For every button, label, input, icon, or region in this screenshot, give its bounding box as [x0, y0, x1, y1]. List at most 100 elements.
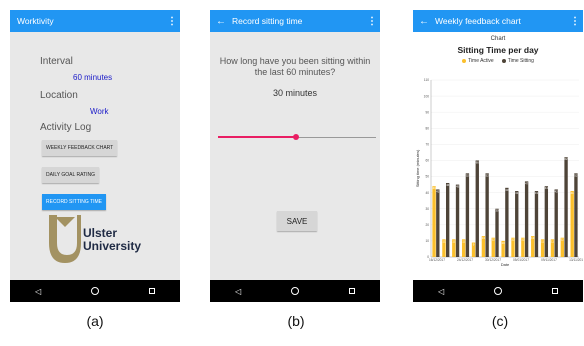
app-bar: Worktivity ⋮	[10, 10, 180, 32]
x-tick-label: 05/01/2017	[513, 258, 529, 262]
bar-label-active: 11	[551, 239, 554, 243]
bar-sitting	[534, 191, 539, 257]
bar-label-sitting: 62	[565, 157, 569, 161]
bar-label-active: 12	[561, 238, 565, 242]
logo-text-university: University	[83, 239, 142, 253]
y-tick-label: 60	[425, 159, 429, 163]
bar-label-active: 11	[452, 239, 455, 243]
nav-recent-icon[interactable]	[552, 288, 558, 294]
chart-title: Sitting Time per day	[457, 45, 539, 55]
logo-mark-icon	[49, 215, 81, 263]
bar-label-active: 11	[442, 239, 445, 243]
bar-label-sitting: 41	[515, 191, 519, 195]
bar-sitting	[564, 157, 568, 257]
daily-goal-rating-button[interactable]: DAILY GOAL RATING	[42, 167, 99, 183]
ulster-university-logo: Ulster University	[43, 213, 155, 265]
bar-active	[570, 191, 574, 257]
bar-sitting	[455, 184, 460, 257]
bar-sitting	[436, 189, 440, 257]
x-tick-label: 24/12/2017	[457, 258, 473, 262]
location-label: Location	[40, 90, 78, 101]
bar-label-active: 12	[492, 238, 496, 242]
y-tick-label: 40	[425, 191, 429, 195]
legend-label-active: Time Active	[468, 58, 494, 64]
chart-legend: Time Active Time Sitting	[413, 58, 583, 64]
x-tick-label: 30/12/2017	[485, 258, 501, 262]
nav-back-icon[interactable]: ◁	[438, 287, 444, 296]
phone-screen-b: ← Record sitting time ⋮ How long have yo…	[210, 10, 380, 302]
slider-fill	[218, 136, 296, 138]
overflow-menu-icon[interactable]: ⋮	[364, 16, 380, 27]
nav-back-icon[interactable]: ◁	[235, 287, 241, 296]
bar-label-sitting: 30	[495, 209, 499, 213]
bar-sitting	[515, 191, 519, 257]
bar-sitting	[505, 187, 509, 257]
x-tick-label: 16/12/2017	[429, 258, 445, 262]
phone-screen-c: ← Weekly feedback chart ⋮ 0 10 20 30 40 50 60 7…	[413, 10, 583, 302]
nav-home-icon[interactable]	[291, 287, 300, 295]
bar-sitting	[524, 181, 529, 257]
bar-label-sitting: 47	[525, 181, 529, 185]
nav-back-icon[interactable]: ◁	[35, 287, 41, 296]
x-axis-label: Date	[501, 262, 510, 267]
system-nav-bar: ◁	[10, 280, 180, 302]
legend-label-sitting: Time Sitting	[507, 58, 534, 64]
app-title: Record sitting time	[232, 16, 303, 26]
bar-chart: 0102030405060708090100110444211461145115…	[415, 78, 583, 267]
overflow-menu-icon[interactable]: ⋮	[164, 16, 180, 27]
bar-sitting	[445, 182, 450, 257]
bar-sitting	[574, 173, 578, 257]
chart-area: 0 10 20 30 40 50 60 70 80 90 100 110 44 42 11 46 11 45 11 5…	[413, 32, 583, 280]
nav-home-icon[interactable]	[91, 287, 100, 295]
y-tick-label: 90	[425, 110, 429, 114]
bar-label-active: 12	[521, 238, 525, 242]
bar-active	[432, 186, 436, 257]
back-arrow-icon[interactable]: ←	[210, 16, 232, 27]
bar-label-active: 12	[511, 238, 515, 242]
y-axis-label: Sitting time (minutes)	[415, 149, 420, 187]
app-bar: ← Weekly feedback chart ⋮	[413, 10, 583, 32]
app-title: Worktivity	[17, 16, 54, 26]
bar-label-sitting: 52	[574, 173, 578, 177]
save-button[interactable]: SAVE	[277, 211, 317, 231]
bar-label-sitting: 44	[545, 186, 549, 190]
x-tick-label: 13/11/2017	[569, 258, 583, 262]
system-nav-bar: ◁	[210, 280, 380, 302]
legend-item-active[interactable]: Time Active	[462, 58, 494, 64]
record-sitting-time-button[interactable]: RECORD SITTING TIME	[42, 194, 107, 210]
bar-label-active: 10	[502, 241, 506, 245]
interval-label: Interval	[40, 56, 73, 67]
y-tick-label: 30	[425, 207, 429, 211]
slider-thumb[interactable]	[293, 134, 299, 140]
legend-item-sitting[interactable]: Time Sitting	[501, 58, 534, 64]
overflow-menu-icon[interactable]: ⋮	[567, 16, 583, 27]
y-tick-label: 20	[425, 223, 429, 227]
bar-label-sitting: 45	[456, 185, 460, 189]
legend-swatch-sitting	[501, 59, 506, 63]
bar-label-sitting: 46	[446, 183, 450, 187]
app-bar: ← Record sitting time ⋮	[210, 10, 380, 32]
weekly-feedback-chart-button[interactable]: WEEKLY FEEDBACK CHART	[42, 140, 118, 156]
x-tick-label: 09/11/2017	[541, 258, 557, 262]
y-tick-label: 10	[425, 239, 429, 243]
bar-label-sitting: 52	[466, 173, 470, 177]
caption-c: (c)	[491, 313, 509, 329]
nav-home-icon[interactable]	[494, 287, 503, 295]
location-value[interactable]: Work	[90, 107, 109, 116]
phone-screen-a: Worktivity ⋮ Interval 60 minutes Locatio…	[10, 10, 180, 302]
nav-recent-icon[interactable]	[149, 288, 155, 294]
bar-sitting	[495, 208, 499, 257]
y-tick-label: 70	[425, 143, 429, 147]
minutes-value: 30 minutes	[272, 88, 318, 98]
interval-value[interactable]: 60 minutes	[73, 73, 112, 82]
bar-sitting	[554, 189, 558, 257]
y-tick-label: 110	[424, 78, 429, 82]
bar-label-active: 41	[571, 191, 575, 195]
bar-sitting	[475, 160, 479, 257]
bar-label-active: 13	[482, 236, 486, 240]
sitting-question: How long have you been sitting within th…	[219, 56, 371, 77]
chart-header: Chart	[490, 36, 506, 42]
nav-recent-icon[interactable]	[349, 288, 355, 294]
back-arrow-icon[interactable]: ←	[413, 16, 435, 27]
bar-label-sitting: 52	[486, 173, 490, 177]
